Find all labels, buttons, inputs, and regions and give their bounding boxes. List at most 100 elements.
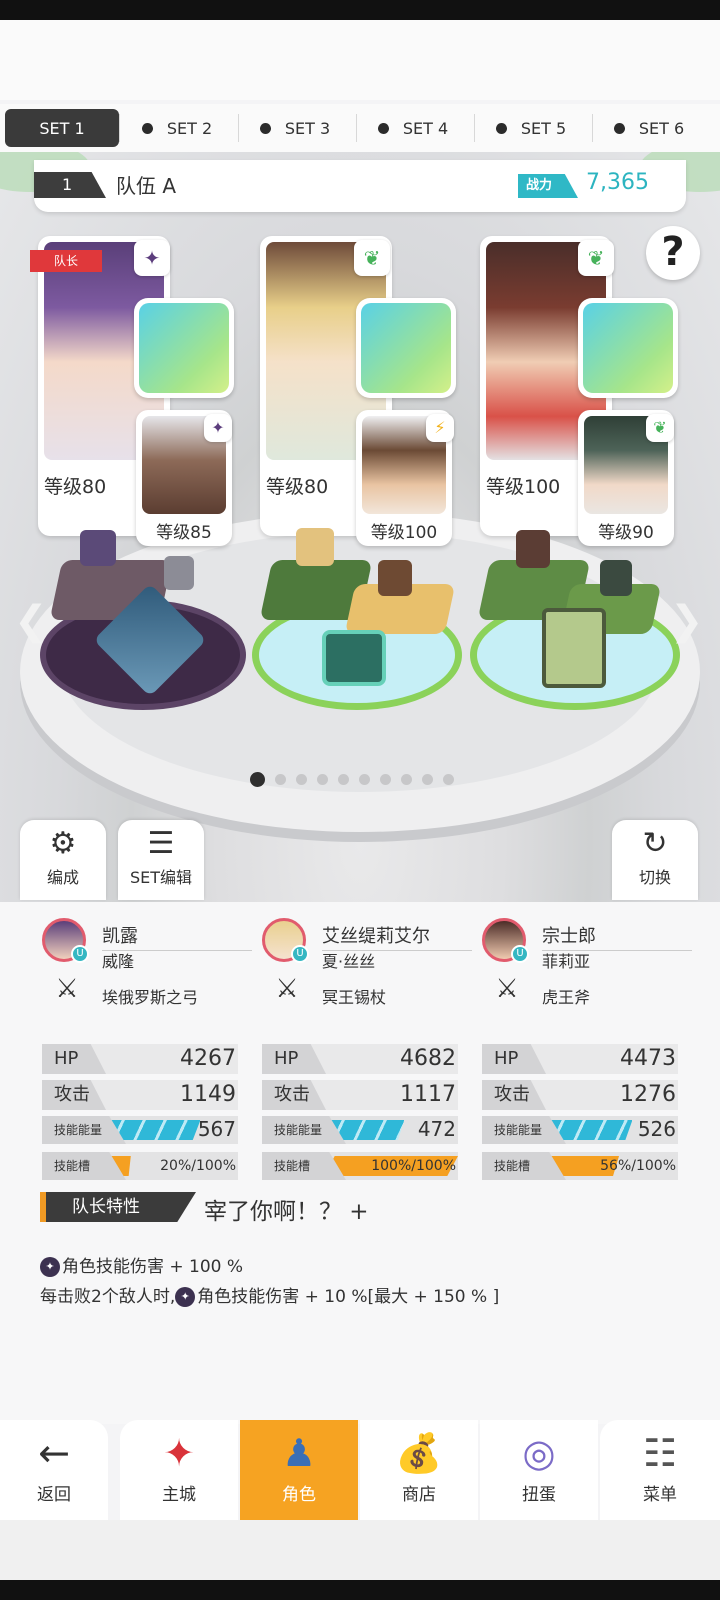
bottom-navigation: ← 返回 ✦ 主城 ♟ 角色 💰 商店 ◎ 扭蛋 ☷ 菜单 <box>0 1420 720 1520</box>
hp-value: 4682 <box>400 1046 456 1071</box>
page-dot[interactable] <box>250 772 265 787</box>
page-dot[interactable] <box>296 774 307 785</box>
earth-element-icon: ❦ <box>578 240 614 276</box>
skill-gem-icon: ✦ <box>175 1287 196 1307</box>
nav-character[interactable]: ♟ 角色 <box>240 1420 358 1520</box>
page-dot[interactable] <box>443 774 454 785</box>
power-label: 战力 <box>518 174 578 198</box>
pixel-weapon-sprite <box>322 630 386 686</box>
weapon-slot-3[interactable] <box>578 298 678 398</box>
attack-value: 1276 <box>620 1082 676 1107</box>
swap-icon: ↻ <box>642 826 668 861</box>
page-dot[interactable] <box>338 774 349 785</box>
page-dot[interactable] <box>359 774 370 785</box>
character-icon: ♟ <box>281 1431 317 1475</box>
set-edit-button[interactable]: ☰ SET编辑 <box>118 820 204 900</box>
skill-slot-value: 100%/100% <box>371 1158 456 1174</box>
arrow-left-icon: ← <box>38 1431 70 1475</box>
skill-energy-bar: 技能能量 526 <box>482 1116 678 1144</box>
tab-dot-icon <box>259 122 271 134</box>
pixel-hero-sprite <box>80 530 116 566</box>
tab-label: SET 5 <box>520 118 567 138</box>
tab-set-5[interactable]: SET 5 <box>474 109 588 147</box>
attack-label: 攻击 <box>482 1080 546 1110</box>
nav-gacha[interactable]: ◎ 扭蛋 <box>480 1420 598 1520</box>
list-icon: ☰ <box>147 826 175 861</box>
sub-hero-level: 等级100 <box>370 523 438 543</box>
partner-name: 夏·丝丝 <box>322 952 376 971</box>
captain-tag: 队长 <box>30 250 102 272</box>
set-tabs: SET 1 SET 2 SET 3 SET 4 SET 5 SET 6 <box>0 104 720 152</box>
tab-label: SET 4 <box>402 118 449 138</box>
tab-dot-icon <box>141 122 153 134</box>
tab-set-3[interactable]: SET 3 <box>238 109 352 147</box>
chevron-right-icon[interactable]: ❯ <box>670 598 704 644</box>
skill-slot-bar: 技能槽 20%/100% <box>42 1152 238 1180</box>
page-dot[interactable] <box>422 774 433 785</box>
help-button[interactable]: ? <box>646 226 700 280</box>
skill-energy-bar: 技能能量 472 <box>262 1116 458 1144</box>
page-dot[interactable] <box>275 774 286 785</box>
unit-badge-icon: U <box>291 945 309 963</box>
scythe-staff-icon <box>361 303 451 393</box>
city-icon: ✦ <box>163 1431 195 1475</box>
nav-city[interactable]: ✦ 主城 <box>120 1420 238 1520</box>
pixel-weapon-sprite <box>542 608 606 688</box>
switch-button[interactable]: ↻ 切换 <box>612 820 698 900</box>
set-edit-label: SET编辑 <box>129 868 193 887</box>
pixel-hero-sprite <box>378 560 412 596</box>
tab-dot-icon <box>377 122 389 134</box>
gesture-area <box>0 1520 720 1580</box>
nav-character-label: 角色 <box>282 1485 316 1505</box>
tab-label: SET 2 <box>166 118 213 138</box>
team-number: 1 <box>34 172 106 198</box>
page-dot[interactable] <box>317 774 328 785</box>
weapon-slot-1[interactable] <box>134 298 234 398</box>
attack-label: 攻击 <box>262 1080 326 1110</box>
skill-slot-bar: 技能槽 56%/100% <box>482 1152 678 1180</box>
tab-set-1[interactable]: SET 1 <box>5 109 119 147</box>
page-dot[interactable] <box>401 774 412 785</box>
nav-shop[interactable]: 💰 商店 <box>360 1420 478 1520</box>
switch-label: 切换 <box>638 868 671 887</box>
team-name[interactable]: 队伍 A <box>116 170 176 199</box>
leader-ability-name: 宰了你啊！？ + <box>204 1199 369 1225</box>
system-bottom-bar <box>0 1580 720 1600</box>
nav-menu[interactable]: ☷ 菜单 <box>600 1420 720 1520</box>
formation-button[interactable]: ⚙ 编成 <box>20 820 106 900</box>
dark-element-icon: ✦ <box>134 240 170 276</box>
bow-icon <box>139 303 229 393</box>
unit-badge-icon: U <box>71 945 89 963</box>
character-name: 宗士郎 <box>542 922 692 951</box>
tab-set-6[interactable]: SET 6 <box>592 109 706 147</box>
skill-slot-value: 20%/100% <box>160 1158 236 1174</box>
shop-bag-icon: 💰 <box>395 1431 443 1475</box>
attack-value: 1149 <box>180 1082 236 1107</box>
tab-set-4[interactable]: SET 4 <box>356 109 470 147</box>
skill-slot-label: 技能槽 <box>262 1152 346 1180</box>
hp-label: HP <box>262 1044 326 1074</box>
skill-gem-icon: ✦ <box>40 1257 60 1277</box>
stats-panel: U 凯露 威隆 ⚔ 埃俄罗斯之弓 HP 4267 攻击 1149 技能能量 567 … <box>0 902 720 1424</box>
hp-row: HP 4473 <box>482 1044 678 1074</box>
nav-shop-label: 商店 <box>402 1485 436 1505</box>
skill-energy-bar: 技能能量 567 <box>42 1116 238 1144</box>
attack-row: 攻击 1117 <box>262 1080 458 1110</box>
attack-value: 1117 <box>400 1082 456 1107</box>
page-dot[interactable] <box>380 774 391 785</box>
character-name: 凯露 <box>102 922 252 951</box>
character-name: 艾丝缇莉艾尔 <box>322 922 472 951</box>
avatar[interactable]: U <box>42 918 89 963</box>
chevron-left-icon[interactable]: ❮ <box>14 598 48 644</box>
attack-row: 攻击 1276 <box>482 1080 678 1110</box>
tab-set-2[interactable]: SET 2 <box>120 109 234 147</box>
avatar[interactable]: U <box>482 918 529 963</box>
weapon-slot-2[interactable] <box>356 298 456 398</box>
hero-level: 等级80 <box>266 476 329 498</box>
back-button[interactable]: ← 返回 <box>0 1420 108 1520</box>
tab-dot-icon <box>495 122 507 134</box>
nav-menu-label: 菜单 <box>643 1485 677 1505</box>
tab-dot-icon <box>613 122 625 134</box>
weapon-type-icon: ⚔ <box>495 974 519 1004</box>
avatar[interactable]: U <box>262 918 309 963</box>
